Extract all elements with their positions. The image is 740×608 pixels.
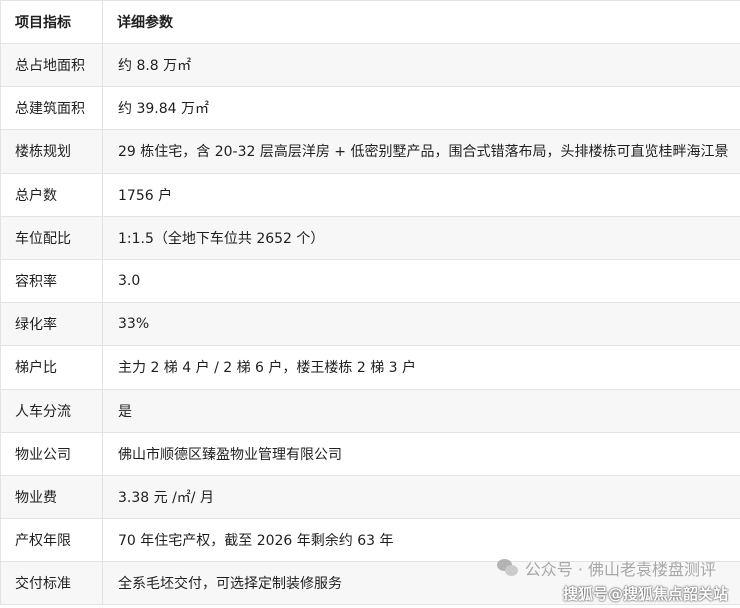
row-label: 车位配比 xyxy=(0,215,103,260)
row-value: 3.0 xyxy=(102,258,740,304)
row-value: 佛山市顺德区臻盈物业管理有限公司 xyxy=(102,431,740,476)
header-detail: 详细参数 xyxy=(102,0,740,44)
row-label: 物业公司 xyxy=(0,431,103,476)
row-label: 交付标准 xyxy=(0,561,103,606)
row-value: 29 栋住宅，含 20-32 层高层洋房 + 低密别墅产品，围合式错落布局，头排… xyxy=(102,129,740,174)
row-label: 人车分流 xyxy=(0,388,103,433)
watermark-text: 公众号 · 佛山老袁楼盘测评 xyxy=(524,560,716,579)
table-row: 总户数 1756 户 xyxy=(0,172,740,217)
wechat-icon xyxy=(496,559,519,577)
row-label: 总建筑面积 xyxy=(0,86,103,131)
table-row: 总建筑面积约 39.84 万㎡ xyxy=(0,86,740,131)
table-row: 人车分流是 xyxy=(0,388,740,433)
row-label: 楼栋规划 xyxy=(0,129,103,174)
row-value: 是 xyxy=(102,388,740,433)
table-row: 总占地面积约 8.8 万㎡ xyxy=(0,42,740,88)
row-label: 容积率 xyxy=(0,258,103,304)
wechat-watermark: 公众号 · 佛山老袁楼盘测评 xyxy=(496,556,716,580)
row-value: 约 39.84 万㎡ xyxy=(102,86,740,131)
row-value: 1:1.5（全地下车位共 2652 个） xyxy=(102,215,740,260)
row-value: 1756 户 xyxy=(102,172,740,217)
table-row: 物业费 3.38 元 /㎡/ 月 xyxy=(0,474,740,520)
table-row: 楼栋规划 29 栋住宅，含 20-32 层高层洋房 + 低密别墅产品，围合式错落布… xyxy=(0,129,740,174)
table-header-row: 项目指标 详细参数 xyxy=(0,0,740,44)
spec-table: 项目指标 详细参数 总占地面积约 8.8 万㎡ 总建筑面积约 39.84 万㎡ 楼栋… xyxy=(0,0,740,606)
table-row: 绿化率 33% xyxy=(0,302,740,347)
row-label: 总占地面积 xyxy=(0,42,103,88)
sohu-watermark: 搜狐号@搜狐焦点韶关站 xyxy=(562,585,728,603)
row-value: 约 8.8 万㎡ xyxy=(102,42,740,88)
row-label: 总户数 xyxy=(0,172,103,217)
table-row: 物业公司 佛山市顺德区臻盈物业管理有限公司 xyxy=(0,431,740,476)
row-value: 主力 2 梯 4 户 / 2 梯 6 户，楼王楼栋 2 梯 3 户 xyxy=(102,345,740,390)
table-row: 容积率 3.0 xyxy=(0,258,740,304)
row-value: 33% xyxy=(102,302,740,347)
row-value: 3.38 元 /㎡/ 月 xyxy=(102,474,740,520)
header-item: 项目指标 xyxy=(0,0,103,44)
row-label: 物业费 xyxy=(0,474,103,520)
row-label: 梯户比 xyxy=(0,345,103,390)
row-label: 绿化率 xyxy=(0,302,103,347)
table-row: 车位配比 1:1.5（全地下车位共 2652 个） xyxy=(0,215,740,260)
table-row: 梯户比 主力 2 梯 4 户 / 2 梯 6 户，楼王楼栋 2 梯 3 户 xyxy=(0,345,740,390)
row-label: 产权年限 xyxy=(0,518,103,563)
